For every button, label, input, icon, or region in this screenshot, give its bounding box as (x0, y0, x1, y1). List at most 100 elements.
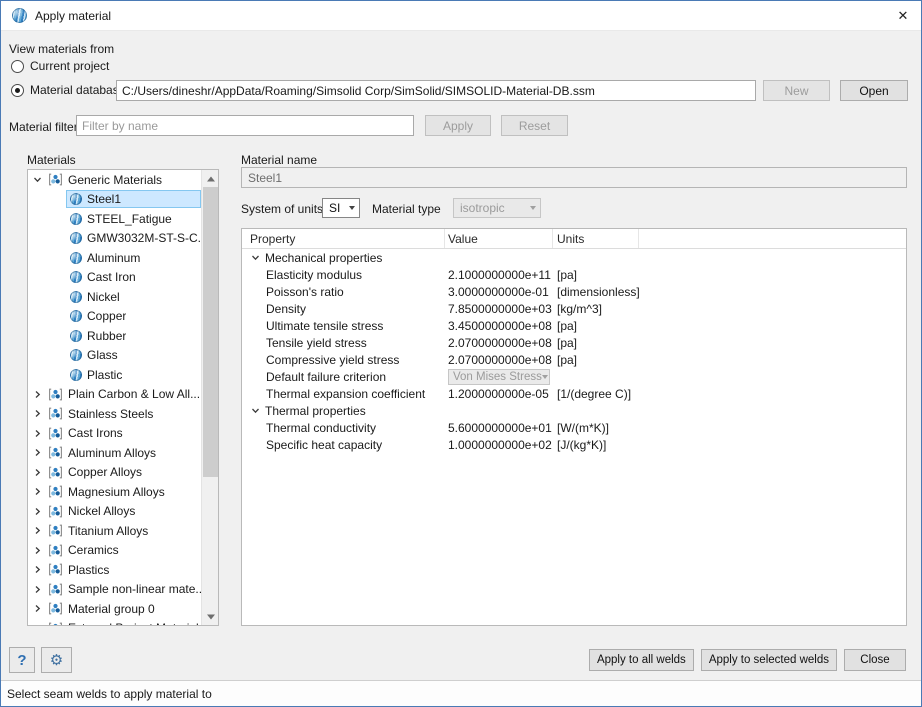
system-of-units-select[interactable]: SI (322, 198, 360, 218)
chevron-right-icon[interactable] (30, 582, 44, 596)
close-icon[interactable]: ✕ (885, 1, 921, 31)
chevron-down-icon[interactable] (248, 251, 262, 265)
chevron-right-icon[interactable] (30, 387, 44, 401)
material-group-icon (48, 173, 63, 186)
chevron-right-icon[interactable] (30, 426, 44, 440)
title-bar: Apply material ✕ (1, 1, 921, 31)
tree-item-group[interactable]: Material group 0 (28, 599, 201, 619)
tree-item-group[interactable]: Magnesium Alloys (28, 482, 201, 502)
column-header-units[interactable]: Units (553, 229, 639, 248)
chevron-down-icon[interactable] (248, 404, 262, 418)
new-button[interactable]: New (763, 80, 830, 101)
chevron-right-icon[interactable] (30, 485, 44, 499)
reset-filter-button[interactable]: Reset (501, 115, 568, 136)
chevron-down-icon[interactable] (30, 173, 44, 187)
material-sphere-icon (12, 8, 27, 23)
failure-criterion-value: Von Mises Stress (453, 371, 542, 383)
settings-button[interactable]: ⚙ (41, 647, 72, 673)
material-type-select[interactable]: isotropic (453, 198, 541, 218)
chevron-spacer (30, 329, 44, 343)
chevron-right-icon[interactable] (30, 602, 44, 616)
tree-item-label: Rubber (87, 329, 126, 343)
scroll-up-icon[interactable] (202, 170, 219, 187)
tree-item-group[interactable]: Ceramics (28, 541, 201, 561)
radio-material-database[interactable]: Material database (11, 83, 125, 97)
chevron-right-icon[interactable] (30, 524, 44, 538)
tree-item-material[interactable]: Nickel (28, 287, 201, 307)
tree-item-material[interactable]: STEEL_Fatigue (28, 209, 201, 229)
property-name: Ultimate tensile stress (266, 319, 383, 333)
material-filter-input[interactable] (76, 115, 414, 136)
tree-item-material[interactable]: Plastic (28, 365, 201, 385)
apply-to-selected-welds-button[interactable]: Apply to selected welds (701, 649, 837, 671)
tree-item-group[interactable]: Copper Alloys (28, 463, 201, 483)
tree-item-label: Aluminum (87, 251, 140, 265)
material-sphere-icon (70, 193, 82, 205)
open-button[interactable]: Open (840, 80, 908, 101)
property-row[interactable]: Thermal conductivity5.6000000000e+01[W/(… (242, 419, 906, 436)
tree-item-label: Ceramics (68, 543, 119, 557)
tree-item-group[interactable]: Stainless Steels (28, 404, 201, 424)
materials-tree: Generic MaterialsSteel1STEEL_Fatigue GMW3… (28, 170, 201, 625)
tree-item-group[interactable]: External Project Materials (28, 619, 201, 626)
tree-item-group[interactable]: Plastics (28, 560, 201, 580)
close-button[interactable]: Close (844, 649, 906, 671)
apply-filter-button[interactable]: Apply (425, 115, 491, 136)
material-group-icon (48, 583, 63, 596)
tree-item-group[interactable]: Aluminum Alloys (28, 443, 201, 463)
tree-item-group[interactable]: Generic Materials (28, 170, 201, 190)
chevron-right-icon[interactable] (30, 446, 44, 460)
failure-criterion-select[interactable]: Von Mises Stress (448, 369, 550, 385)
tree-item-group[interactable]: Titanium Alloys (28, 521, 201, 541)
property-row[interactable]: Ultimate tensile stress3.4500000000e+08[… (242, 317, 906, 334)
radio-unchecked-icon (11, 60, 24, 73)
material-group-icon (48, 446, 63, 459)
tree-item-label: Stainless Steels (68, 407, 153, 421)
property-row[interactable]: Density7.8500000000e+03[kg/m^3] (242, 300, 906, 317)
material-filter-label: Material filter (9, 120, 78, 134)
tree-item-material[interactable]: Steel1 (28, 190, 201, 210)
property-name: Density (266, 302, 306, 316)
tree-item-material[interactable]: Aluminum (28, 248, 201, 268)
system-of-units-label: System of units (241, 202, 323, 216)
help-button[interactable]: ? (9, 647, 35, 673)
tree-item-group[interactable]: Nickel Alloys (28, 502, 201, 522)
tree-item-group[interactable]: Sample non-linear mate... (28, 580, 201, 600)
radio-current-project[interactable]: Current project (11, 59, 109, 73)
tree-item-group[interactable]: Cast Irons (28, 424, 201, 444)
chevron-right-icon[interactable] (30, 407, 44, 421)
database-path-field[interactable] (116, 80, 756, 101)
tree-item-material[interactable]: Cast Iron (28, 268, 201, 288)
apply-to-all-welds-button[interactable]: Apply to all welds (589, 649, 694, 671)
radio-material-database-label: Material database (30, 83, 125, 97)
tree-scrollbar[interactable] (201, 170, 218, 625)
scroll-down-icon[interactable] (202, 608, 219, 625)
tree-item-label: GMW3032M-ST-S-C... (87, 231, 201, 245)
apply-material-dialog: Apply material ✕ View materials from Cur… (0, 0, 922, 707)
tree-item-group[interactable]: Plain Carbon & Low All... (28, 385, 201, 405)
tree-item-material[interactable]: Rubber (28, 326, 201, 346)
property-row[interactable]: Thermal expansion coefficient1.200000000… (242, 385, 906, 402)
property-group-row[interactable]: Thermal properties (242, 402, 906, 419)
property-row[interactable]: Specific heat capacity1.0000000000e+02[J… (242, 436, 906, 453)
chevron-spacer (30, 231, 44, 245)
property-row[interactable]: Compressive yield stress2.0700000000e+08… (242, 351, 906, 368)
property-group-row[interactable]: Mechanical properties (242, 249, 906, 266)
column-header-value[interactable]: Value (445, 229, 553, 248)
column-header-property[interactable]: Property (242, 229, 445, 248)
chevron-right-icon[interactable] (30, 563, 44, 577)
property-row[interactable]: Elasticity modulus2.1000000000e+11[pa] (242, 266, 906, 283)
chevron-right-icon[interactable] (30, 465, 44, 479)
property-row[interactable]: Default failure criterionVon Mises Stres… (242, 368, 906, 385)
property-row[interactable]: Tensile yield stress2.0700000000e+08[pa] (242, 334, 906, 351)
property-row[interactable]: Poisson's ratio3.0000000000e-01[dimensio… (242, 283, 906, 300)
material-type-value: isotropic (460, 201, 505, 215)
chevron-right-icon[interactable] (30, 621, 44, 625)
tree-item-material[interactable]: Copper (28, 307, 201, 327)
chevron-right-icon[interactable] (30, 543, 44, 557)
tree-item-material[interactable]: GMW3032M-ST-S-C... (28, 229, 201, 249)
tree-item-material[interactable]: Glass (28, 346, 201, 366)
scrollbar-thumb[interactable] (203, 187, 218, 477)
chevron-right-icon[interactable] (30, 504, 44, 518)
chevron-spacer (30, 348, 44, 362)
